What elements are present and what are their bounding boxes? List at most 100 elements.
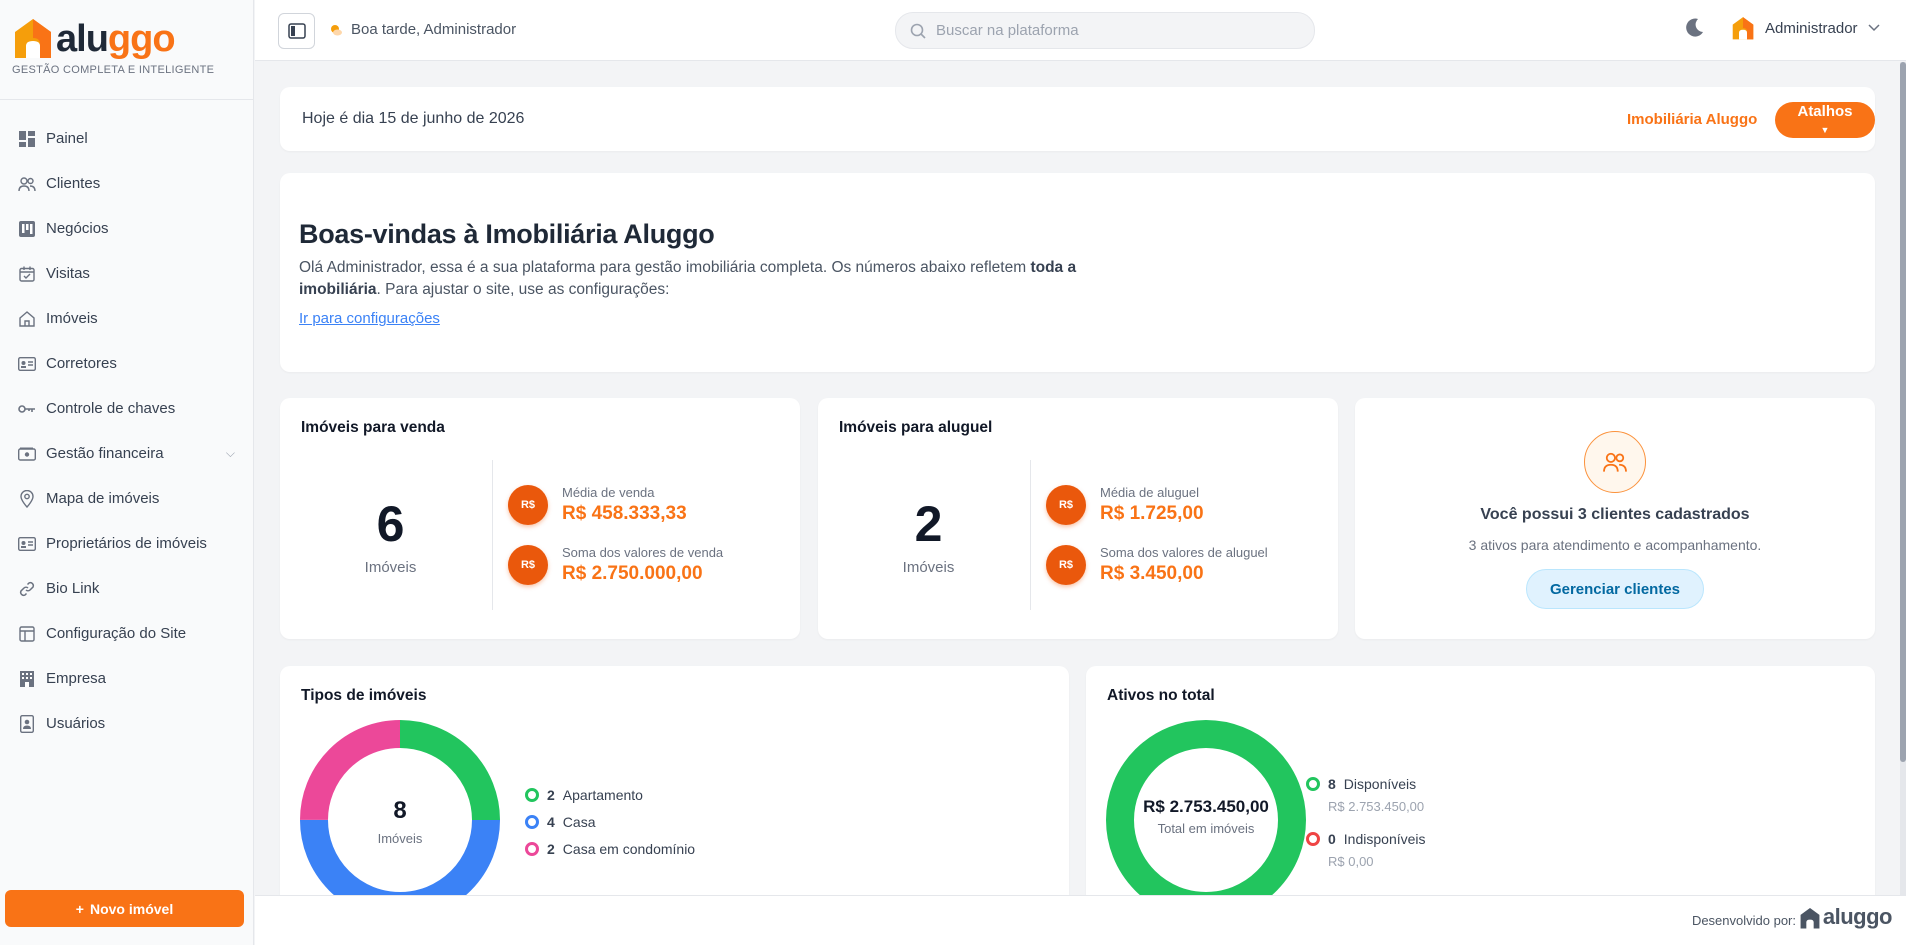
search-input[interactable]: [936, 22, 1276, 39]
clients-card: Você possui 3 clientes cadastrados 3 ati…: [1355, 398, 1875, 639]
greeting-text: Boa tarde, Administrador: [351, 21, 517, 38]
building-icon: [18, 670, 36, 688]
count-label: Imóveis: [364, 559, 417, 576]
sidebar-item-configuracao-do-site[interactable]: Configuração do Site: [0, 611, 253, 656]
sale-count: 6 Imóveis: [280, 495, 501, 576]
main-content: Hoje é dia 15 de junho de 2026 Imobiliár…: [255, 62, 1906, 895]
legend-item: 8 Disponíveis: [1306, 776, 1416, 792]
sale-stats-card: Imóveis para venda 6 Imóveis R$ Média de…: [280, 398, 800, 639]
welcome-title: Boas-vindas à Imobiliária Aluggo: [299, 219, 715, 249]
chevron-down-icon[interactable]: ⌵: [226, 446, 235, 461]
legend-label: Disponíveis: [1343, 776, 1417, 792]
logo-house-icon: [15, 19, 51, 58]
new-property-button[interactable]: + Novo imóvel: [5, 890, 244, 927]
sun-cloud-icon: [331, 24, 342, 35]
scrollbar[interactable]: [1900, 62, 1906, 895]
legend-item: 2 Casa em condomínio: [525, 841, 695, 857]
shortcuts-button[interactable]: Atalhos ▼: [1775, 102, 1875, 138]
footer-logo[interactable]: aluggo: [1799, 904, 1893, 930]
plus-icon: +: [75, 900, 84, 917]
card-title: Imóveis para venda: [301, 419, 445, 436]
total-assets-card: Ativos no total R$ 2.753.450,00 Total em…: [1086, 666, 1875, 895]
sidebar-item-bio-link[interactable]: Bio Link: [0, 566, 253, 611]
clients-title: Você possui 3 clientes cadastrados: [1480, 506, 1750, 523]
scrollbar-thumb[interactable]: [1900, 62, 1906, 762]
logo-wordmark: aluggo: [56, 18, 176, 60]
key-icon: [18, 400, 36, 418]
link-icon: [18, 580, 36, 598]
donut-center: R$ 2.753.450,00 Total em imóveis: [1106, 797, 1306, 836]
metric-label: Soma dos valores de aluguel: [1100, 545, 1268, 560]
welcome-card: Boas-vindas à Imobiliária Aluggo Olá Adm…: [280, 173, 1875, 372]
avatar: [1732, 17, 1754, 40]
sidebar-item-clientes[interactable]: Clientes: [0, 161, 253, 206]
owner-card-icon: [18, 535, 36, 553]
rent-count: 2 Imóveis: [818, 495, 1039, 576]
metric-value: R$ 458.333,33: [562, 503, 687, 524]
sidebar-item-usuarios[interactable]: Usuários: [0, 701, 253, 746]
metric-label: Soma dos valores de venda: [562, 545, 724, 560]
sidebar-toggle-button[interactable]: [278, 13, 315, 49]
currency-coin-icon: R$: [508, 545, 548, 585]
new-property-label: Novo imóvel: [89, 900, 174, 917]
sidebar-item-label: Controle de chaves: [46, 400, 176, 417]
sidebar-item-label: Usuários: [46, 715, 106, 732]
donut-center-value: R$ 2.753.450,00: [1143, 797, 1269, 816]
rent-stats-card: Imóveis para aluguel 2 Imóveis R$ Média …: [818, 398, 1338, 639]
sidebar-item-proprietarios[interactable]: Proprietários de imóveis: [0, 521, 253, 566]
sidebar-item-controle-de-chaves[interactable]: Controle de chaves: [0, 386, 253, 431]
card-title: Ativos no total: [1107, 687, 1215, 704]
rent-sum: R$ Soma dos valores de aluguel R$ 3.450,0…: [1046, 545, 1268, 585]
today-date: Hoje é dia 15 de junho de 2026: [302, 110, 525, 127]
legend-count: 2: [547, 787, 555, 803]
card-title: Imóveis para aluguel: [839, 419, 993, 436]
currency-coin-icon: R$: [1046, 485, 1086, 525]
user-name: Administrador: [1765, 19, 1858, 37]
metric-label: Média de aluguel: [1100, 485, 1200, 500]
sidebar: aluggo GESTÃO COMPLETA E INTELIGENTE Pai…: [0, 0, 254, 945]
date-bar: Hoje é dia 15 de junho de 2026 Imobiliár…: [280, 87, 1875, 151]
sidebar-item-mapa-de-imoveis[interactable]: Mapa de imóveis: [0, 476, 253, 521]
sidebar-item-visitas[interactable]: Visitas: [0, 251, 253, 296]
currency-coin-icon: R$: [508, 485, 548, 525]
currency-coin-icon: R$: [1046, 545, 1086, 585]
sidebar-item-corretores[interactable]: Corretores: [0, 341, 253, 386]
sidebar-item-gestao-financeira[interactable]: Gestão financeira ⌵: [0, 431, 253, 476]
welcome-text-part: . Para ajustar o site, use as configuraç…: [376, 281, 670, 298]
sidebar-nav: Painel Clientes Negócios Visitas Imóveis…: [0, 100, 253, 746]
footer: Desenvolvido por: aluggo: [255, 895, 1906, 945]
map-pin-icon: [18, 489, 36, 508]
kanban-icon: [18, 220, 36, 238]
sidebar-item-label: Empresa: [46, 670, 107, 687]
clients-subtitle: 3 ativos para atendimento e acompanhamen…: [1468, 537, 1762, 553]
sidebar-item-imoveis[interactable]: Imóveis: [0, 296, 253, 341]
sidebar-item-negocios[interactable]: Negócios: [0, 206, 253, 251]
donut-center-value: 8: [393, 797, 407, 824]
developed-by-text: Desenvolvido por:: [1691, 913, 1796, 928]
manage-clients-button[interactable]: Gerenciar clientes: [1526, 569, 1704, 609]
sidebar-item-painel[interactable]: Painel: [0, 116, 253, 161]
sale-sum: R$ Soma dos valores de venda R$ 2.750.000…: [508, 545, 723, 585]
legend-item: 4 Casa: [525, 814, 595, 830]
brand-tagline: GESTÃO COMPLETA E INTELIGENTE: [12, 64, 215, 76]
legend-label: Casa em condomínio: [562, 841, 696, 857]
user-menu[interactable]: Administrador: [1731, 15, 1880, 41]
count-label: Imóveis: [902, 559, 955, 576]
dark-mode-moon-icon[interactable]: [1683, 17, 1705, 39]
footer-logo-text: aluggo: [1822, 904, 1893, 929]
sidebar-item-empresa[interactable]: Empresa: [0, 656, 253, 701]
brand-logo[interactable]: aluggo GESTÃO COMPLETA E INTELIGENTE: [0, 0, 253, 100]
legend-dot: [525, 815, 539, 829]
legend-value: R$ 2.753.450,00: [1328, 799, 1425, 814]
legend-count: 4: [547, 814, 555, 830]
sidebar-toggle-icon: [287, 23, 306, 39]
legend-label: Apartamento: [562, 787, 643, 803]
search-bar[interactable]: [895, 12, 1315, 49]
legend-item: 0 Indisponíveis: [1306, 831, 1426, 847]
legend-dot: [525, 842, 539, 856]
sidebar-item-label: Visitas: [46, 265, 90, 282]
donut-center-label: Total em imóveis: [1157, 821, 1255, 836]
settings-link[interactable]: Ir para configurações: [299, 310, 440, 327]
dashboard-icon: [18, 130, 36, 148]
legend-count: 8: [1328, 776, 1336, 792]
